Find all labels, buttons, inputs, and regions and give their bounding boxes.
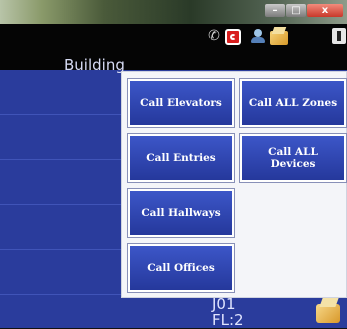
maximize-button[interactable]: □ [286, 4, 306, 17]
os-titlebar: – □ x [0, 0, 347, 24]
phone-icon[interactable]: ✆ [206, 28, 222, 44]
call-all-zones-button[interactable]: Call ALL Zones [239, 78, 347, 128]
call-entries-button[interactable]: Call Entries [127, 133, 235, 183]
building-label: Building [64, 56, 125, 74]
floor-label: FL:2 [212, 311, 244, 329]
call-elevators-button[interactable]: Call Elevators [127, 78, 235, 128]
unit-label: J01 [212, 295, 236, 313]
call-menu-panel: Call Elevators Call ALL Zones Call Entri… [121, 71, 347, 298]
app-toolbar [0, 24, 347, 70]
box-icon[interactable] [316, 298, 342, 324]
call-all-devices-button[interactable]: Call ALL Devices [239, 133, 347, 183]
scroll-icon[interactable] [332, 28, 346, 44]
call-hallways-button[interactable]: Call Hallways [127, 188, 235, 238]
call-offices-button[interactable]: Call Offices [127, 243, 235, 293]
person-icon[interactable] [250, 28, 266, 44]
minimize-button[interactable]: – [265, 4, 285, 17]
window-controls: – □ x [265, 4, 343, 18]
box-icon[interactable] [270, 27, 288, 45]
close-button[interactable]: x [307, 4, 343, 17]
red-circle-icon[interactable] [225, 29, 241, 45]
